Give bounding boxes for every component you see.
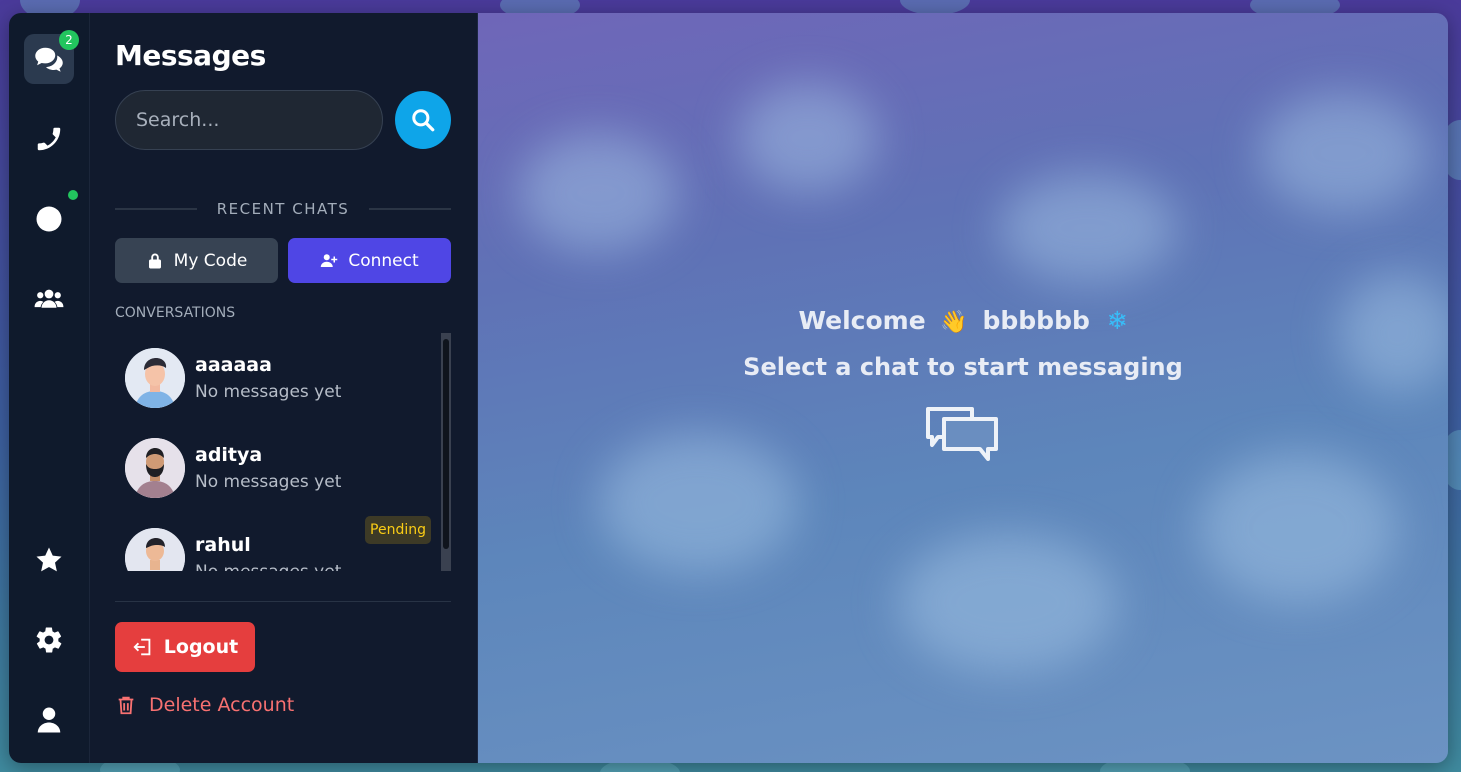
settings-nav-button[interactable] [24, 615, 74, 665]
lock-icon [148, 253, 161, 268]
sidebar-footer: Logout Delete Account [115, 601, 451, 716]
avatar [125, 528, 185, 571]
users-icon [34, 289, 64, 308]
app-window: 2 Messages Search... RECENT CHATS My Cod… [9, 13, 1448, 763]
avatar [125, 438, 185, 498]
conversation-item[interactable]: aditya No messages yet [115, 423, 433, 513]
conversation-text: aditya No messages yet [195, 444, 341, 492]
conversation-scrollbar[interactable] [441, 333, 451, 571]
phone-icon [37, 127, 61, 151]
user-plus-icon [321, 253, 338, 267]
profile-nav-button[interactable] [24, 695, 74, 745]
recent-chats-divider: RECENT CHATS [115, 200, 452, 218]
trash-icon [118, 696, 134, 715]
logout-label: Logout [163, 636, 239, 658]
action-buttons: My Code Connect [115, 238, 451, 283]
chats-nav-button[interactable]: 2 [24, 30, 79, 84]
unread-badge: 2 [59, 30, 79, 50]
contact-name: rahul [195, 534, 251, 556]
divider-line [115, 208, 197, 210]
contact-name: aditya [195, 444, 263, 466]
conversation-item[interactable]: rahul No messages yet Pending [115, 513, 433, 571]
pending-badge: Pending [365, 516, 431, 544]
chat-bubbles-icon [926, 407, 998, 461]
snowflake-icon: ❄ [1106, 306, 1128, 335]
conversation-list[interactable]: aaaaaa No messages yet aditya No message… [115, 333, 451, 571]
person-avatar-icon [125, 348, 185, 408]
chat-sidebar: Messages RECENT CHATS My Code Connect CO… [89, 13, 478, 763]
wave-emoji: 👋 [940, 310, 968, 335]
welcome-prefix: Welcome [798, 306, 926, 335]
my-code-button[interactable]: My Code [115, 238, 278, 283]
scrollbar-thumb[interactable] [443, 339, 449, 549]
connect-button[interactable]: Connect [288, 238, 451, 283]
starred-nav-button[interactable] [24, 535, 74, 585]
search-row [115, 90, 451, 150]
status-online-dot [68, 190, 78, 200]
divider-line [369, 208, 452, 210]
search-input[interactable] [115, 90, 383, 150]
page-title: Messages [115, 39, 266, 72]
recent-chats-label: RECENT CHATS [216, 200, 350, 218]
username: bbbbbb [982, 306, 1090, 335]
conversations-label: CONVERSATIONS [115, 305, 236, 321]
star-icon [36, 547, 62, 572]
status-circle-icon [36, 206, 62, 232]
avatar [125, 348, 185, 408]
logout-icon [133, 638, 151, 656]
person-avatar-icon [125, 438, 185, 498]
icon-rail: 2 [9, 13, 89, 763]
search-icon [412, 109, 435, 132]
gear-icon [36, 627, 62, 653]
calls-nav-button[interactable] [24, 114, 74, 164]
conversation-text: rahul No messages yet [195, 534, 341, 571]
chats-icon [35, 47, 63, 72]
welcome-message: Welcome 👋 bbbbbb ❄ [478, 306, 1448, 335]
search-button[interactable] [395, 91, 451, 149]
groups-nav-button[interactable] [24, 274, 74, 324]
message-preview: No messages yet [195, 562, 341, 571]
person-avatar-icon [125, 528, 185, 571]
my-code-label: My Code [173, 250, 248, 271]
connect-label: Connect [348, 250, 419, 271]
logout-button[interactable]: Logout [115, 622, 255, 672]
contact-name: aaaaaa [195, 354, 272, 376]
message-preview: No messages yet [195, 382, 342, 402]
message-preview: No messages yet [195, 472, 342, 492]
delete-account-label: Delete Account [149, 694, 295, 716]
empty-state-subtitle: Select a chat to start messaging [743, 353, 1183, 381]
delete-account-button[interactable]: Delete Account [115, 694, 451, 716]
conversation-text: aaaaaa No messages yet [195, 354, 341, 402]
chat-main-area: Welcome 👋 bbbbbb ❄ Select a chat to star… [478, 13, 1448, 763]
user-icon [37, 707, 61, 733]
status-nav-button[interactable] [24, 190, 78, 244]
conversation-item[interactable]: aaaaaa No messages yet [115, 333, 433, 423]
